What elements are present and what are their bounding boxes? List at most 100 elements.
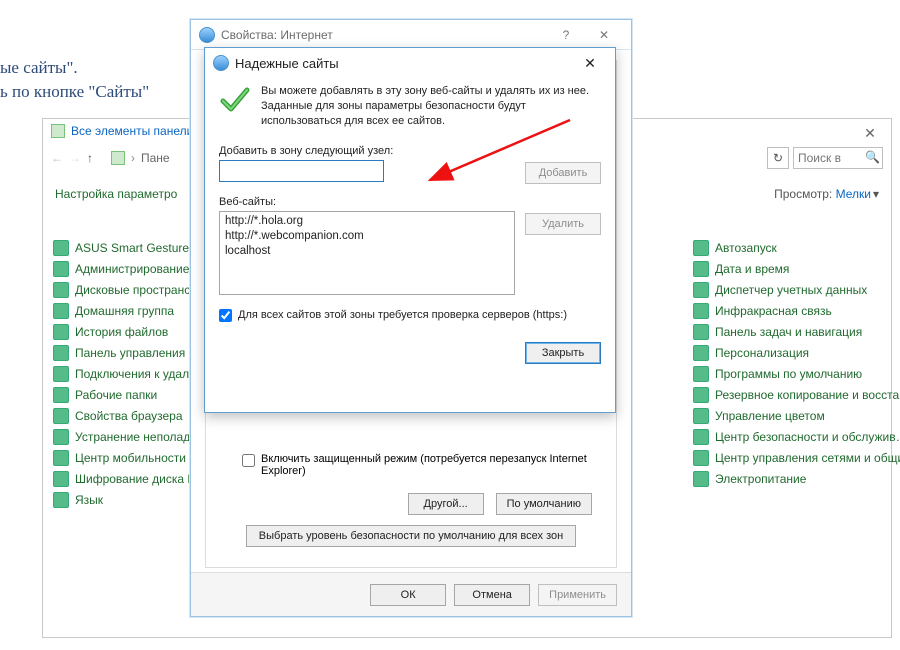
cp-item[interactable]: Автозапуск xyxy=(693,239,900,257)
close-icon[interactable]: ✕ xyxy=(855,125,885,147)
cp-item-label: Домашняя группа xyxy=(75,304,174,318)
cp-item-icon xyxy=(693,429,709,445)
cp-item-label: Инфракрасная связь xyxy=(715,304,832,318)
cp-item-icon xyxy=(53,240,69,256)
apply-button: Применить xyxy=(538,584,617,606)
stage: ые сайты". ь по кнопке "Сайты" Все элеме… xyxy=(0,0,900,650)
checkmark-icon xyxy=(219,84,251,116)
level-buttons-row: Другой... По умолчанию xyxy=(206,493,592,515)
cp-item[interactable]: Центр управления сетями и общи… xyxy=(693,449,900,467)
cp-item-label: Диспетчер учетных данных xyxy=(715,283,867,297)
cp-item-icon xyxy=(53,282,69,298)
page-title: Настройка параметро xyxy=(55,187,177,201)
cp-item[interactable]: Дата и время xyxy=(693,260,900,278)
cp-item-label: Панель управления NVI xyxy=(75,346,209,360)
globe-check-icon xyxy=(213,55,229,71)
require-https-row: Для всех сайтов этой зоны требуется пров… xyxy=(219,309,601,322)
cp-item-label: Устранение неполадок xyxy=(75,430,202,444)
cp-item-label: История файлов xyxy=(75,325,168,339)
cp-item-icon xyxy=(53,408,69,424)
cp-item-icon xyxy=(53,450,69,466)
cp-item-label: Центр безопасности и обслужив… xyxy=(715,430,900,444)
trusted-sites-dialog: Надежные сайты ✕ Вы можете добавлять в э… xyxy=(204,47,616,413)
site-list-item[interactable]: http://*.hola.org xyxy=(225,215,509,230)
cp-item[interactable]: Программы по умолчанию xyxy=(693,365,900,383)
sites-list-label: Веб-сайты: xyxy=(219,196,515,208)
refresh-icon[interactable]: ↻ xyxy=(767,147,789,169)
cp-item-label: Электропитание xyxy=(715,472,806,486)
cp-item[interactable]: Электропитание xyxy=(693,470,900,488)
view-mode-link[interactable]: Мелки xyxy=(836,187,871,201)
cp-item-icon xyxy=(693,408,709,424)
cp-item-icon xyxy=(693,345,709,361)
protected-mode-label: Включить защищенный режим (потребуется п… xyxy=(261,453,602,477)
cp-item-label: Автозапуск xyxy=(715,241,777,255)
cp-item[interactable]: Резервное копирование и восстан. xyxy=(693,386,900,404)
cancel-button[interactable]: Отмена xyxy=(454,584,530,606)
cp-item[interactable]: Диспетчер учетных данных xyxy=(693,281,900,299)
cp-column-right: Автозапуск Дата и время Диспетчер учетных … xyxy=(693,239,900,491)
cp-item-label: Администрирование xyxy=(75,262,189,276)
custom-level-button[interactable]: Другой... xyxy=(408,493,484,515)
site-list-item[interactable]: http://*.webcompanion.com xyxy=(225,230,509,245)
view-mode: Просмотр: Мелки▾ xyxy=(774,187,879,201)
cp-item-icon xyxy=(53,324,69,340)
intro-text: Вы можете добавлять в эту зону веб-сайты… xyxy=(261,84,601,129)
cp-item-icon xyxy=(53,345,69,361)
sites-listbox[interactable]: http://*.hola.orghttp://*.webcompanion.c… xyxy=(219,211,515,295)
cp-item-icon xyxy=(693,471,709,487)
add-site-input[interactable] xyxy=(219,160,384,182)
cp-item[interactable]: Управление цветом xyxy=(693,407,900,425)
cp-item-icon xyxy=(693,324,709,340)
cp-item-icon xyxy=(53,366,69,382)
cp-item-icon xyxy=(693,282,709,298)
cp-item[interactable]: Панель задач и навигация xyxy=(693,323,900,341)
cp-item[interactable]: Персонализация xyxy=(693,344,900,362)
cp-item-label: Панель задач и навигация xyxy=(715,325,862,339)
protected-mode-checkbox[interactable] xyxy=(242,454,255,467)
require-https-checkbox[interactable] xyxy=(219,309,232,322)
article-text-2: ь по кнопке "Сайты" xyxy=(0,82,149,102)
close-button[interactable]: Закрыть xyxy=(525,342,601,364)
cp-item-label: Управление цветом xyxy=(715,409,825,423)
close-icon[interactable]: ✕ xyxy=(571,51,609,75)
cp-item[interactable]: Центр безопасности и обслужив… xyxy=(693,428,900,446)
add-button: Добавить xyxy=(525,162,601,184)
cp-item-icon xyxy=(693,261,709,277)
cp-item-label: Программы по умолчанию xyxy=(715,367,862,381)
close-icon[interactable]: ✕ xyxy=(585,21,623,49)
reset-all-zones-button[interactable]: Выбрать уровень безопасности по умолчани… xyxy=(246,525,576,547)
ok-button[interactable]: ОК xyxy=(370,584,446,606)
cp-item-label: Подключения к удаленн xyxy=(75,367,209,381)
cp-item[interactable]: Инфракрасная связь xyxy=(693,302,900,320)
chevron-right-icon: › xyxy=(131,151,135,165)
cp-item-icon xyxy=(53,492,69,508)
default-level-button[interactable]: По умолчанию xyxy=(496,493,592,515)
nav-up-icon[interactable]: ↑ xyxy=(87,151,93,165)
dialog-title: Надежные сайты xyxy=(235,56,339,71)
cp-item-label: Центр управления сетями и общи… xyxy=(715,451,900,465)
site-list-item[interactable]: localhost xyxy=(225,245,509,260)
cp-item-icon xyxy=(53,261,69,277)
cp-item-label: Резервное копирование и восстан. xyxy=(715,388,900,402)
cp-item-icon xyxy=(693,366,709,382)
breadcrumb-item[interactable]: Пане xyxy=(141,151,170,165)
dialog-title: Свойства: Интернет xyxy=(221,28,333,42)
cp-item-icon xyxy=(53,471,69,487)
cp-item-label: Рабочие папки xyxy=(75,388,157,402)
close-row: Закрыть xyxy=(219,342,601,364)
cp-item-label: Язык xyxy=(75,493,103,507)
nav-back-icon[interactable]: ← xyxy=(51,151,63,165)
nav-forward-icon: → xyxy=(69,151,81,165)
require-https-label: Для всех сайтов этой зоны требуется пров… xyxy=(238,309,567,321)
cp-item-label: Свойства браузера xyxy=(75,409,183,423)
cp-item-icon xyxy=(693,303,709,319)
cp-item-icon xyxy=(53,387,69,403)
chevron-down-icon[interactable]: ▾ xyxy=(873,187,879,201)
cp-item-icon xyxy=(693,387,709,403)
help-icon[interactable]: ? xyxy=(547,21,585,49)
cp-item-icon xyxy=(53,303,69,319)
view-label: Просмотр: xyxy=(774,187,832,201)
search-icon: 🔍 xyxy=(865,150,880,164)
globe-icon xyxy=(199,27,215,43)
